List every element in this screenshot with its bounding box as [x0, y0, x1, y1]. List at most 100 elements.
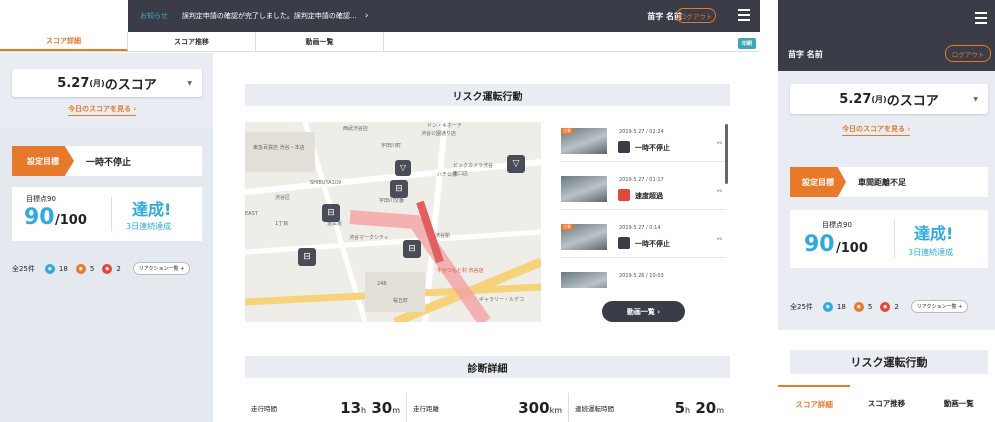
score-weekday: (月) [89, 78, 105, 88]
notice-bar[interactable]: お知らせ 誤判定申請の確認が完了しました。誤判定申請の確認… › 苗字 名前 ロ… [128, 0, 760, 32]
map-label: 東急百貨店 渋谷・本店 [253, 145, 305, 151]
thumbnail-tag: 注意 [561, 128, 573, 134]
reaction-c-count: 2 [116, 264, 121, 273]
score-weekday: (月) [871, 94, 887, 104]
mobile-date-selector[interactable]: 5.27 (月) のスコア ▼ [790, 84, 988, 114]
caret-down-icon: ▼ [973, 95, 978, 103]
notice-text[interactable]: 誤判定申請の確認が完了しました。誤判定申請の確認… [182, 11, 357, 21]
print-button[interactable]: 印刷 [737, 38, 756, 49]
date-selector[interactable]: 5.27 (月) のスコア ▼ [12, 69, 202, 97]
video-thumbnail [561, 272, 607, 288]
frown-icon: ◉ [880, 301, 891, 312]
tab-score-trend[interactable]: スコア推移 [850, 385, 922, 422]
mobile-header: 苗字 名前 ログアウト [778, 37, 995, 71]
mobile-today-score-link[interactable]: 今日のスコアを見る › [842, 124, 911, 136]
stat-distance: 走行距離 300km [407, 393, 569, 422]
reaction-b-count: 5 [867, 302, 873, 311]
map-label: 西武渋谷店 [343, 126, 369, 132]
list-item[interactable]: 注意 2019.5.27 / 02:24 一時不停止 ⚯ [561, 122, 726, 162]
list-item[interactable]: 2019.5.26 / 10:03 [561, 266, 726, 288]
notice-label: お知らせ [140, 12, 168, 20]
link-icon[interactable]: ⚯ [717, 236, 722, 243]
divider [894, 220, 895, 258]
video-thumbnail: 注意 [561, 224, 607, 250]
video-thumbnail [561, 176, 607, 202]
map-label: ビックカメラ渋谷 [453, 163, 494, 169]
map-label: 246 [377, 281, 387, 287]
logout-button[interactable]: ログアウト [945, 45, 991, 62]
achieved-text: 達成! [914, 224, 954, 243]
tab-score-trend[interactable]: スコア推移 [128, 32, 256, 51]
mobile-risk-title: リスク運転行動 [790, 350, 988, 374]
map-label: ギャラリー・ルデコ [479, 297, 525, 303]
stop-sign-marker-icon[interactable]: ▽ [507, 155, 525, 173]
map-label: 渋谷駅 [435, 233, 451, 239]
video-thumbnail: 注意 [561, 128, 607, 154]
score-value: 90 [24, 205, 55, 230]
menu-icon[interactable] [738, 9, 750, 21]
neutral-icon: ◉ [75, 263, 86, 274]
map-label: ハチ公像 [437, 172, 458, 178]
map-label: 牛かつもと村 渋谷店 [437, 268, 484, 274]
map-label: 渋谷公園通り店 [421, 131, 457, 137]
today-score-link[interactable]: 今日のスコアを見る › [68, 104, 137, 116]
event-date: 2019.5.26 / 10:03 [619, 273, 664, 279]
reaction-total: 全25件 [12, 264, 35, 273]
tab-bar: スコア詳細 スコア推移 動画一覧 印刷 [0, 32, 760, 52]
tab-video-list[interactable]: 動画一覧 [923, 385, 995, 422]
streak-text: 3日連続達成 [126, 222, 172, 231]
mobile-topbar [778, 0, 995, 37]
link-icon[interactable]: ⚯ [717, 188, 722, 195]
map-label: ドン・キホーテ [427, 123, 463, 129]
event-label: 一時不停止 [635, 240, 670, 248]
target-label: 目標点90 [26, 195, 56, 203]
map[interactable]: 西武渋谷店 ドン・キホーテ 渋谷公園通り店 東急百貨店 渋谷・本店 ビックカメラ… [245, 122, 541, 322]
stat-value: 13 [340, 398, 362, 417]
list-scrollbar[interactable] [725, 124, 728, 184]
score-date: 5.27 [839, 91, 872, 107]
score-card: 目標点90 90 /100 達成! 3日連続達成 [12, 187, 202, 241]
reaction-summary: 全25件 ◉ 18 ◉ 5 ◉ 2 リアクション一覧 + [12, 262, 191, 275]
chevron-right-icon[interactable]: › [365, 11, 369, 21]
tab-score-detail[interactable]: スコア詳細 [0, 32, 128, 51]
stop-sign-marker-icon[interactable]: ▽ [395, 160, 411, 176]
event-label: 一時不停止 [635, 144, 670, 152]
mobile-goal-card: 設定目標 車間距離不足 [790, 167, 988, 197]
tab-score-detail[interactable]: スコア詳細 [778, 385, 851, 422]
link-icon[interactable]: ⚯ [717, 140, 722, 147]
reaction-a-count: 18 [58, 264, 68, 273]
car-marker-icon[interactable]: ⊟ [390, 180, 408, 198]
list-item[interactable]: 注意 2019.5.27 / 0:14 一時不停止 ⚯ [561, 218, 726, 258]
car-marker-icon[interactable]: ⊟ [322, 204, 340, 222]
map-graphic [245, 122, 541, 322]
menu-icon[interactable] [975, 12, 987, 24]
risk-event-list[interactable]: 注意 2019.5.27 / 02:24 一時不停止 ⚯ 2019.5.27 /… [557, 122, 730, 288]
reaction-list-button[interactable]: リアクション一覧 + [910, 300, 969, 313]
achieved-text: 達成! [132, 200, 172, 219]
video-list-button[interactable]: 動画一覧 › [602, 301, 685, 322]
map-label: 宇田川町 [381, 143, 402, 149]
reaction-a-count: 18 [836, 302, 846, 311]
list-item[interactable]: 2019.5.27 / 01:17 速度超過 ⚯ [561, 170, 726, 210]
map-label: SHIBUYA109 [310, 180, 342, 186]
score-suffix: のスコア [886, 93, 939, 109]
event-date: 2019.5.27 / 01:17 [619, 177, 664, 183]
map-label: 1丁目 [275, 221, 289, 227]
stop-sign-icon [618, 141, 630, 153]
tab-video-list[interactable]: 動画一覧 [256, 32, 384, 51]
car-marker-icon[interactable]: ⊟ [298, 248, 316, 266]
map-label: 桜丘町 [393, 298, 409, 304]
stat-value: 30 [371, 398, 393, 417]
stat-continuous: 連続運転時間 5h 20m [569, 393, 730, 422]
mobile-reaction-summary: 全25件 ◉ 18 ◉ 5 ◉ 2 リアクション一覧 + [790, 300, 969, 313]
stat-label: 連続運転時間 [575, 404, 614, 413]
reaction-list-button[interactable]: リアクション一覧 + [132, 262, 191, 275]
stat-unit: h [685, 405, 691, 415]
speedometer-icon [618, 189, 630, 201]
map-label: 渋谷区 [275, 195, 291, 201]
logout-button[interactable]: ログアウト [676, 8, 716, 23]
stat-value: 20 [695, 398, 717, 417]
car-marker-icon[interactable]: ⊟ [403, 240, 421, 258]
event-date: 2019.5.27 / 0:14 [619, 225, 661, 231]
map-label: 宇田川交番 [379, 198, 405, 204]
